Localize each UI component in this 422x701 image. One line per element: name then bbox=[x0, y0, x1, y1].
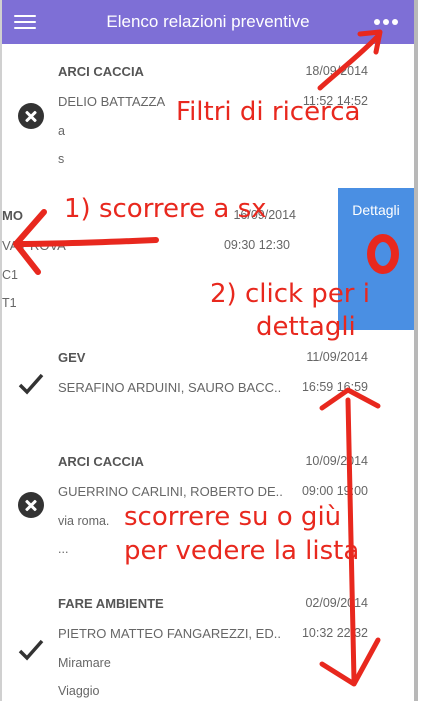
item-notes: s bbox=[58, 152, 65, 166]
item-organization: FARE AMBIENTE bbox=[58, 596, 164, 611]
item-notes: Viaggio bbox=[58, 684, 100, 698]
done-check-icon bbox=[18, 639, 44, 661]
annotation-click-line1: 2) click per i bbox=[210, 279, 370, 309]
annotation-scroll-line1: scorrere su o giù bbox=[124, 502, 342, 532]
item-organization: MO bbox=[2, 208, 23, 223]
item-notes: ... bbox=[58, 542, 69, 556]
list-item[interactable]: FARE AMBIENTE 02/09/2014 PIETRO MATTEO F… bbox=[2, 576, 414, 701]
item-date: 18/09/2014 bbox=[305, 64, 368, 78]
item-organization: ARCI CACCIA bbox=[58, 454, 144, 469]
annotation-swipe: 1) scorrere a sx bbox=[64, 194, 267, 224]
item-date: 11/09/2014 bbox=[306, 350, 368, 364]
item-time: 09:00 19:00 bbox=[301, 484, 368, 498]
list-item[interactable]: GEV 11/09/2014 SERAFINO ARDUINI, SAURO B… bbox=[2, 330, 414, 435]
item-time: 16:59 16:59 bbox=[301, 380, 368, 394]
top-app-bar: Elenco relazioni preventive bbox=[2, 0, 414, 44]
hamburger-menu-icon[interactable] bbox=[14, 13, 36, 31]
item-people: SERAFINO ARDUINI, SAURO BACC.. bbox=[58, 380, 282, 395]
item-organization: GEV bbox=[58, 350, 86, 365]
item-location: a bbox=[58, 124, 65, 138]
cancelled-status-icon bbox=[18, 492, 44, 518]
item-people: VA PROVA bbox=[2, 238, 66, 253]
more-options-icon[interactable] bbox=[374, 19, 400, 27]
item-people: GUERRINO CARLINI, ROBERTO DE.. bbox=[58, 484, 283, 499]
done-check-icon bbox=[18, 373, 44, 395]
page-title: Elenco relazioni preventive bbox=[106, 12, 310, 31]
item-date: 02/09/2014 bbox=[305, 596, 368, 610]
item-location: Miramare bbox=[58, 656, 111, 670]
item-organization: ARCI CACCIA bbox=[58, 64, 144, 79]
annotation-filters: Filtri di ricerca bbox=[176, 97, 361, 127]
item-people: DELIO BATTAZZA bbox=[58, 94, 166, 109]
annotation-click-line2: dettagli bbox=[256, 312, 356, 342]
details-button-label: Dettagli bbox=[352, 202, 400, 218]
item-notes: T1 bbox=[2, 296, 17, 310]
annotation-scroll-line2: per vedere la lista bbox=[124, 536, 360, 566]
cancelled-status-icon bbox=[18, 103, 44, 129]
item-people: PIETRO MATTEO FANGAREZZI, ED.. bbox=[58, 626, 281, 641]
item-time: 10:32 22:32 bbox=[301, 626, 368, 640]
item-date: 10/09/2014 bbox=[305, 454, 368, 468]
item-location: C1 bbox=[2, 268, 18, 282]
item-time: 09:30 12:30 bbox=[223, 238, 290, 252]
item-location: via roma. bbox=[58, 514, 110, 528]
